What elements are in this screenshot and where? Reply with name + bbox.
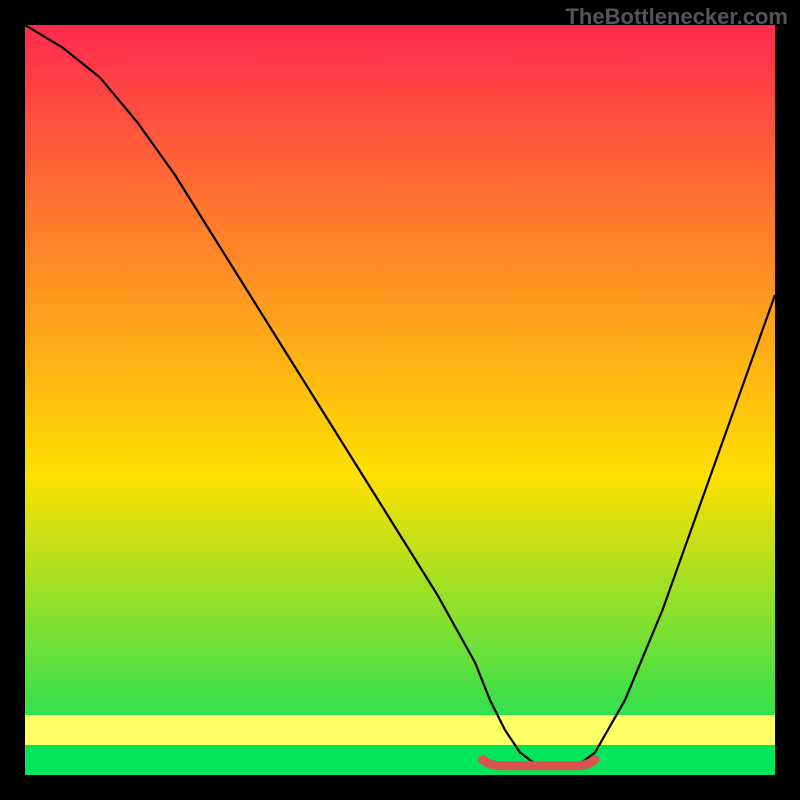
watermark-text: TheBottlenecker.com — [565, 4, 788, 30]
chart-background — [25, 25, 775, 775]
chart-plot-area — [25, 25, 775, 775]
chart-svg — [25, 25, 775, 775]
green-threshold-band — [25, 745, 775, 775]
yellow-threshold-band — [25, 715, 775, 745]
